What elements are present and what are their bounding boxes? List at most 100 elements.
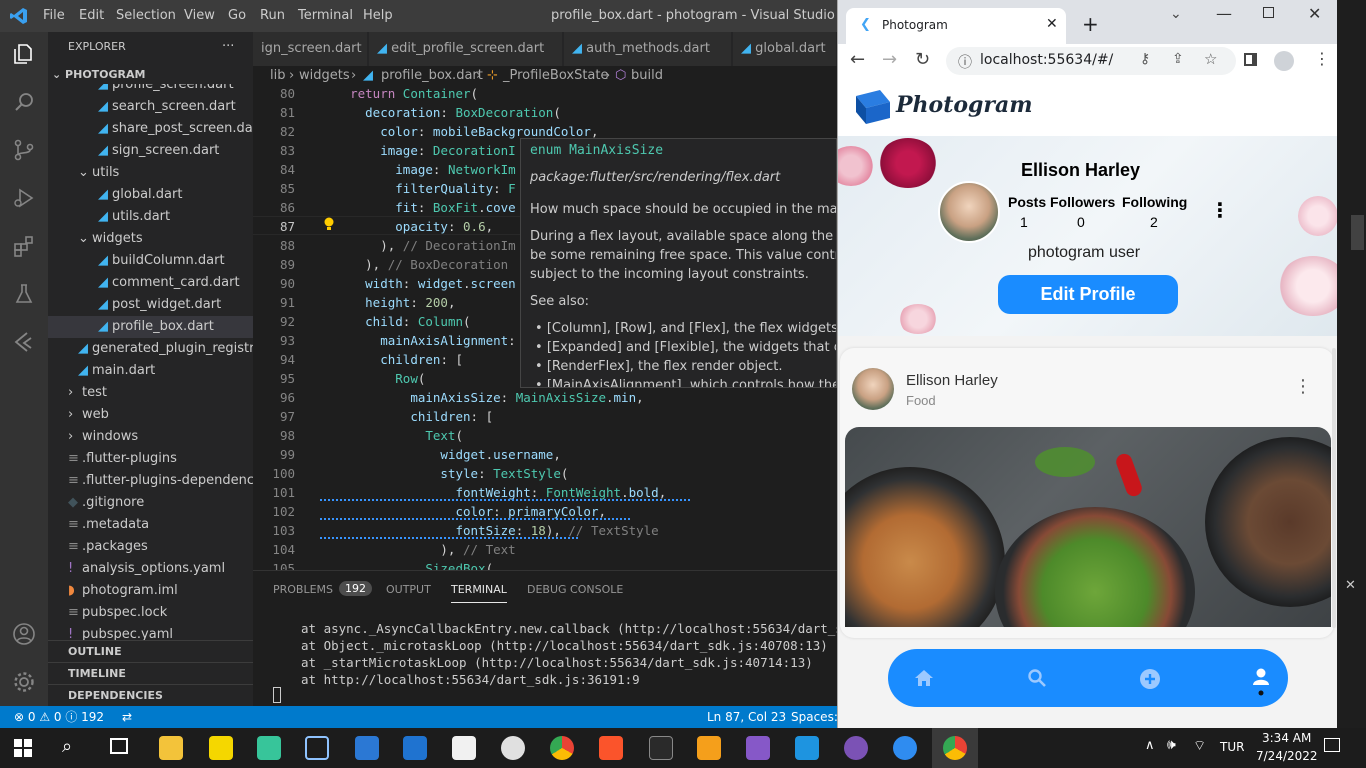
app-icon[interactable]: [355, 736, 379, 760]
menu-edit[interactable]: Edit: [79, 8, 104, 23]
outline-section[interactable]: OUTLINE: [48, 640, 253, 662]
file-item[interactable]: ≡ pubspec.lock: [48, 602, 253, 624]
terminal[interactable]: at async._AsyncCallbackEntry.new.callbac…: [253, 619, 880, 707]
edit-profile-button[interactable]: Edit Profile: [998, 275, 1178, 314]
clock-date[interactable]: 7/24/2022: [1256, 749, 1318, 763]
file-item[interactable]: ≡.flutter-plugins-dependencies: [48, 470, 253, 492]
file-item[interactable]: ◢ share_post_screen.dart: [48, 118, 253, 140]
tab-output[interactable]: OUTPUT: [386, 583, 431, 596]
file-item[interactable]: ◢ utils.dart: [48, 206, 253, 228]
home-icon[interactable]: [914, 669, 934, 687]
breadcrumb-method[interactable]: build: [631, 66, 663, 86]
file-item[interactable]: › web: [48, 404, 253, 426]
tab-search-chevron-icon[interactable]: ⌄: [1170, 6, 1182, 22]
explorer-more-button[interactable]: ···: [222, 36, 234, 58]
brave-icon[interactable]: [599, 736, 623, 760]
run-debug-icon[interactable]: [12, 186, 36, 210]
file-item[interactable]: › windows: [48, 426, 253, 448]
live-share-icon[interactable]: ⇄: [122, 706, 132, 728]
flutter-icon[interactable]: [12, 330, 36, 354]
app-icon[interactable]: [257, 736, 281, 760]
minimap-scroll-thumb[interactable]: [1351, 215, 1364, 250]
tab-global[interactable]: ◢ global.dart: [733, 32, 837, 66]
source-control-icon[interactable]: [12, 138, 36, 162]
search-icon[interactable]: [12, 90, 36, 114]
browser-tab[interactable]: ❮ Photogram ✕: [846, 8, 1066, 44]
stat-followers-label[interactable]: Followers: [1050, 194, 1115, 210]
manage-gear-icon[interactable]: [12, 670, 36, 694]
breadcrumb-widgets[interactable]: widgets: [299, 66, 350, 86]
stat-following-label[interactable]: Following: [1122, 194, 1187, 210]
file-item[interactable]: ◢ post_widget.dart: [48, 294, 253, 316]
vscode-taskbar-icon[interactable]: [795, 736, 819, 760]
file-item[interactable]: ! pubspec.yaml: [48, 624, 253, 640]
side-panel-icon[interactable]: [1244, 53, 1257, 66]
page-scrollbar[interactable]: [1332, 348, 1336, 628]
post-author-avatar[interactable]: [852, 368, 894, 410]
file-item[interactable]: › test: [48, 382, 253, 404]
file-item[interactable]: ◢ sign_screen.dart: [48, 140, 253, 162]
file-item[interactable]: ◗ photogram.iml: [48, 580, 253, 602]
key-icon[interactable]: ⚷: [1140, 51, 1150, 67]
file-item[interactable]: ◢ comment_card.dart: [48, 272, 253, 294]
file-item[interactable]: ! analysis_options.yaml: [48, 558, 253, 580]
post-menu-icon[interactable]: ⋮: [1294, 376, 1312, 397]
file-item[interactable]: ◢ generated_plugin_registra...: [48, 338, 253, 360]
tab-edit-profile-screen[interactable]: ◢ edit_profile_screen.dart: [369, 32, 563, 66]
task-view-icon[interactable]: [110, 738, 128, 754]
extensions-icon[interactable]: [12, 234, 36, 258]
file-item[interactable]: ◢ global.dart: [48, 184, 253, 206]
file-item[interactable]: ◢ search_screen.dart: [48, 96, 253, 118]
file-item[interactable]: ◢ main.dart: [48, 360, 253, 382]
testing-flask-icon[interactable]: [12, 282, 36, 306]
input-language[interactable]: TUR: [1220, 740, 1244, 754]
profile-menu-icon[interactable]: ⋮: [1210, 198, 1230, 222]
menu-run[interactable]: Run: [260, 8, 285, 23]
breadcrumb-class[interactable]: _ProfileBoxState: [503, 66, 609, 86]
file-item[interactable]: ⌄ widgets: [48, 228, 253, 250]
close-window-icon[interactable]: ✕: [1308, 4, 1321, 23]
file-item[interactable]: ◆ .gitignore: [48, 492, 253, 514]
project-folder[interactable]: ⌄ PHOTOGRAM: [52, 64, 145, 86]
davinci-icon[interactable]: [649, 736, 673, 760]
explorer-icon[interactable]: [12, 42, 36, 66]
share-icon[interactable]: ⇪: [1172, 51, 1184, 67]
menu-selection[interactable]: Selection: [116, 8, 176, 23]
post-image[interactable]: [845, 427, 1331, 627]
chrome-active-icon[interactable]: [932, 728, 978, 768]
stat-posts-label[interactable]: Posts: [1008, 194, 1046, 210]
tab-debug-console[interactable]: DEBUG CONSOLE: [527, 583, 623, 596]
mail-icon[interactable]: [403, 736, 427, 760]
post-author-name[interactable]: Ellison Harley: [906, 372, 998, 389]
menu-file[interactable]: File: [43, 8, 65, 23]
menu-terminal[interactable]: Terminal: [298, 8, 353, 23]
media-player-icon[interactable]: [501, 736, 525, 760]
new-tab-icon[interactable]: +: [1082, 12, 1099, 36]
minimize-icon[interactable]: —: [1216, 4, 1232, 23]
file-item[interactable]: ⌄ utils: [48, 162, 253, 184]
store-icon[interactable]: [452, 736, 476, 760]
file-item[interactable]: ≡ .metadata: [48, 514, 253, 536]
tab-auth-methods[interactable]: ◢ auth_methods.dart: [564, 32, 732, 66]
close-panel-icon[interactable]: ✕: [1345, 578, 1356, 593]
reload-icon[interactable]: ↻: [915, 49, 930, 70]
tray-chevron-icon[interactable]: ∧: [1145, 738, 1155, 753]
file-explorer-icon[interactable]: [159, 736, 183, 760]
close-tab-icon[interactable]: ✕: [1046, 16, 1058, 32]
profile-avatar-icon[interactable]: [1274, 51, 1294, 71]
chrome-icon[interactable]: [550, 736, 574, 760]
clock-time[interactable]: 3:34 AM: [1262, 731, 1311, 745]
profile-avatar[interactable]: [938, 181, 1000, 243]
notion-icon[interactable]: [893, 736, 917, 760]
file-item[interactable]: ◢ profile_box.dart: [48, 316, 253, 338]
file-item[interactable]: ◢ buildColumn.dart: [48, 250, 253, 272]
notifications-icon[interactable]: [1324, 738, 1340, 752]
forward-arrow-icon[interactable]: →: [882, 49, 897, 70]
profile-nav-icon[interactable]: [1252, 667, 1270, 697]
windows-start-icon[interactable]: [14, 739, 32, 757]
visual-studio-icon[interactable]: [746, 736, 770, 760]
bookmark-star-icon[interactable]: ☆: [1204, 50, 1217, 68]
sticky-notes-icon[interactable]: [209, 736, 233, 760]
dependencies-section[interactable]: DEPENDENCIES: [48, 684, 253, 706]
file-item[interactable]: ≡ .flutter-plugins: [48, 448, 253, 470]
